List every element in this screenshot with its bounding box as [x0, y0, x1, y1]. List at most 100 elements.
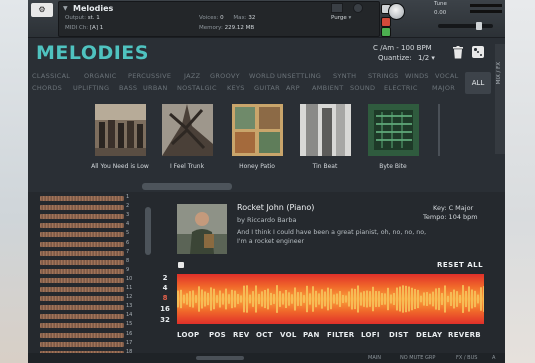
list-item[interactable]: 8 — [36, 258, 136, 267]
genre-filter-chords[interactable]: CHORDS — [32, 84, 62, 92]
genre-filter-percussive[interactable]: PERCUSSIVE — [128, 72, 171, 80]
octave-8-button[interactable]: 8 — [158, 294, 172, 302]
preset-thumbnail-i-feel-trunk[interactable] — [162, 104, 213, 156]
dice-icon[interactable] — [472, 46, 484, 58]
waveform-display[interactable] — [177, 274, 484, 324]
sync-checkbox[interactable] — [178, 262, 184, 268]
sample-waveform — [40, 259, 124, 265]
list-item[interactable]: 7 — [36, 249, 136, 258]
purge-dropdown[interactable]: Purge ▾ — [331, 15, 351, 21]
genre-filter-major[interactable]: MAJOR — [432, 84, 455, 92]
volume-fader[interactable] — [438, 22, 493, 30]
genre-filter-groovy[interactable]: GROOVY — [210, 72, 240, 80]
list-item[interactable]: 12 — [36, 294, 136, 303]
genre-filter-bass[interactable]: BASS — [119, 84, 137, 92]
trash-icon[interactable] — [452, 46, 464, 59]
fx-oct-button[interactable]: OCT — [256, 331, 273, 339]
genre-filter-urban[interactable]: URBAN — [143, 84, 168, 92]
preset-label[interactable]: I Feel Trunk — [152, 162, 222, 171]
genre-filter-electric[interactable]: ELECTRIC — [384, 84, 418, 92]
list-item[interactable]: 2 — [36, 203, 136, 212]
octave-32-button[interactable]: 32 — [158, 316, 172, 324]
preset-label[interactable]: Tin Beat — [290, 162, 360, 171]
genre-filter-nostalgic[interactable]: NOSTALGIC — [177, 84, 217, 92]
preset-label[interactable]: All You Need is Low — [85, 162, 155, 171]
list-item[interactable]: 3 — [36, 212, 136, 221]
quantize-selector[interactable]: Quantize: 1/2 ▾ — [378, 54, 435, 62]
waveform-bar — [342, 295, 344, 303]
list-item[interactable]: 14 — [36, 312, 136, 321]
fx-lofi-button[interactable]: LOFI — [361, 331, 380, 339]
fx-rev-button[interactable]: REV — [233, 331, 250, 339]
footer-a[interactable]: A — [492, 355, 495, 361]
list-item[interactable]: 1 — [36, 194, 136, 203]
tune-value: 0.00 — [434, 10, 447, 16]
list-item[interactable]: 17 — [36, 340, 136, 349]
genre-filter-uplifting[interactable]: UPLIFTING — [73, 84, 109, 92]
fx-filter-button[interactable]: FILTER — [327, 331, 354, 339]
preset-label[interactable]: Byte Bite — [358, 162, 428, 171]
octave-2-button[interactable]: 2 — [158, 274, 172, 282]
genre-filter-arp[interactable]: ARP — [286, 84, 300, 92]
preset-thumbnail-tin-beat[interactable] — [300, 104, 351, 156]
solo-button[interactable] — [381, 17, 391, 27]
list-item[interactable]: 11 — [36, 285, 136, 294]
octave-4-button[interactable]: 4 — [158, 284, 172, 292]
camera-icon[interactable] — [331, 3, 343, 13]
fx-pan-button[interactable]: PAN — [303, 331, 320, 339]
waveform-bar — [294, 287, 296, 311]
list-item[interactable]: 9 — [36, 267, 136, 276]
info-icon[interactable] — [353, 3, 363, 13]
fx-reverb-button[interactable]: REVERB — [448, 331, 481, 339]
tune-knob[interactable] — [388, 3, 405, 20]
list-item[interactable]: 13 — [36, 303, 136, 312]
genre-filter-unsettling[interactable]: UNSETTLING — [277, 72, 321, 80]
fx-pos-button[interactable]: POS — [209, 331, 226, 339]
footer-fx-bus[interactable]: FX / BUS — [456, 355, 477, 361]
waveform-bar — [402, 285, 404, 313]
list-item[interactable]: 10 — [36, 276, 136, 285]
genre-filter-organic[interactable]: ORGANIC — [84, 72, 117, 80]
list-item[interactable]: 5 — [36, 230, 136, 239]
genre-filter-world[interactable]: WORLD — [249, 72, 275, 80]
list-item[interactable]: 6 — [36, 240, 136, 249]
list-item[interactable]: 16 — [36, 331, 136, 340]
mute-button[interactable] — [381, 27, 391, 37]
fx-vol-button[interactable]: VOL — [280, 331, 297, 339]
preset-thumbnail-all-you-need-is-low[interactable] — [95, 104, 146, 156]
midi-row[interactable]: MIDI Ch: [A] 1 — [65, 25, 103, 31]
list-item[interactable]: 15 — [36, 321, 136, 330]
genre-filter-synth[interactable]: SYNTH — [333, 72, 356, 80]
reset-all-button[interactable]: RESET ALL — [437, 261, 483, 269]
instrument-title: Melodies — [73, 4, 114, 13]
list-item[interactable]: 4 — [36, 221, 136, 230]
octave-16-button[interactable]: 16 — [158, 305, 172, 313]
all-genres-button[interactable]: ALL — [465, 72, 491, 94]
genre-filter-guitar[interactable]: GUITAR — [254, 84, 280, 92]
genre-filter-ambient[interactable]: AMBIENT — [312, 84, 343, 92]
kontakt-logo-icon[interactable]: ⚙ — [31, 3, 53, 17]
genre-filter-sound[interactable]: SOUND — [350, 84, 375, 92]
genre-filter-jazz[interactable]: JAZZ — [184, 72, 200, 80]
horizontal-scrollbar[interactable] — [142, 183, 232, 190]
vertical-scrollbar[interactable] — [145, 207, 151, 255]
genre-filter-classical[interactable]: CLASSICAL — [32, 72, 70, 80]
fx-delay-button[interactable]: DELAY — [416, 331, 442, 339]
preset-thumbnail-byte-bite[interactable] — [368, 104, 419, 156]
fx-loop-button[interactable]: LOOP — [177, 331, 199, 339]
output-row[interactable]: Output: st. 1 — [65, 15, 100, 21]
genre-filter-vocal[interactable]: VOCAL — [435, 72, 459, 80]
footer-mute-group[interactable]: NO MUTE GRP — [400, 355, 435, 361]
sample-waveform — [40, 296, 124, 302]
collapse-arrow-icon[interactable]: ▼ — [63, 5, 68, 12]
footer-main[interactable]: MAIN — [368, 355, 381, 361]
genre-filter-strings[interactable]: STRINGS — [368, 72, 399, 80]
sample-waveform — [40, 241, 124, 247]
genre-filter-winds[interactable]: WINDS — [405, 72, 429, 80]
tab-mix-fx[interactable]: MIX / FX — [495, 44, 505, 154]
preset-label[interactable]: Honey Patio — [222, 162, 292, 171]
fx-dist-button[interactable]: DIST — [389, 331, 408, 339]
genre-filter-keys[interactable]: KEYS — [227, 84, 245, 92]
footer-scroll-bar[interactable] — [196, 356, 244, 360]
preset-thumbnail-honey-patio[interactable] — [232, 104, 283, 156]
